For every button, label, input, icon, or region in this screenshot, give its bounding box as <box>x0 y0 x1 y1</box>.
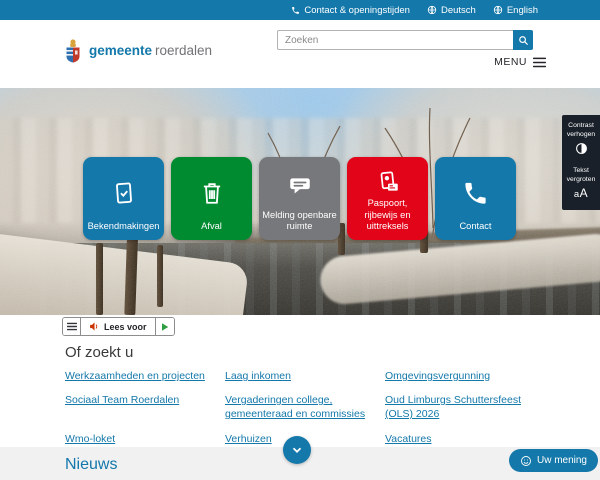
menu-label: MENU <box>494 56 527 68</box>
link-laag-inkomen[interactable]: Laag inkomen <box>225 369 375 383</box>
tile-label: Afval <box>201 221 222 233</box>
text-size-label: Tekst vergroten <box>564 167 598 185</box>
contrast-toggle-button[interactable]: Contrast verhogen <box>564 122 598 158</box>
passport-icon <box>375 165 401 198</box>
search-input[interactable] <box>277 30 513 50</box>
readspeaker-widget: Lees voor <box>62 317 175 336</box>
hamburger-icon <box>67 322 77 331</box>
tile-bekendmakingen[interactable]: Bekendmakingen <box>83 157 164 240</box>
trash-icon <box>199 165 225 221</box>
chevron-down-icon <box>290 443 304 457</box>
link-vergaderingen[interactable]: Vergaderingen college, gemeenteraad en c… <box>225 393 375 421</box>
top-bar: Contact & openingstijden Deutsch English <box>0 0 600 20</box>
hero-banner: Bekendmakingen Afval Melding openbare ru… <box>0 88 600 315</box>
feedback-button[interactable]: Uw mening <box>509 449 598 472</box>
tile-label: Paspoort, rijbewijs en uittreksels <box>350 198 425 233</box>
search-bar <box>277 30 533 50</box>
phone-icon <box>462 165 489 221</box>
coat-of-arms-icon <box>64 38 82 64</box>
tile-label: Bekendmakingen <box>88 221 160 233</box>
feedback-label: Uw mening <box>537 455 587 466</box>
tile-contact[interactable]: Contact <box>435 157 516 240</box>
menu-button[interactable]: MENU <box>494 56 546 68</box>
link-omgevingsvergunning[interactable]: Omgevingsvergunning <box>385 369 535 383</box>
roerdalen-homepage: Contact & openingstijden Deutsch English… <box>0 0 600 480</box>
readspeaker-listen-button[interactable]: Lees voor <box>81 318 156 335</box>
site-header: gemeenteroerdalen MENU <box>0 20 600 88</box>
link-sociaal-team[interactable]: Sociaal Team Roerdalen <box>65 393 215 421</box>
tile-label: Melding openbare ruimte <box>262 210 337 233</box>
globe-icon <box>427 5 437 15</box>
smiley-icon <box>520 455 532 467</box>
speaker-icon <box>89 321 100 332</box>
logo-text-primary: gemeente <box>89 43 152 58</box>
contrast-label: Contrast verhogen <box>564 122 598 140</box>
phone-icon <box>291 6 300 15</box>
play-icon <box>160 322 170 332</box>
contrast-icon <box>575 142 588 155</box>
readspeaker-menu-button[interactable] <box>63 318 81 335</box>
link-wmo-loket[interactable]: Wmo-loket <box>65 432 215 446</box>
tile-melding-openbare-ruimte[interactable]: Melding openbare ruimte <box>259 157 340 240</box>
contact-hours-label: Contact & openingstijden <box>304 5 410 16</box>
tile-paspoort-rijbewijs[interactable]: Paspoort, rijbewijs en uittreksels <box>347 157 428 240</box>
news-title: Nieuws <box>65 456 117 474</box>
globe-icon <box>493 5 503 15</box>
tile-label: Contact <box>459 221 491 233</box>
speech-bubble-icon <box>286 165 314 210</box>
link-schuttersfeest[interactable]: Oud Limburgs Schuttersfeest (OLS) 2026 <box>385 393 535 421</box>
language-english-label: English <box>507 5 538 16</box>
readspeaker-label: Lees voor <box>104 322 147 332</box>
scroll-down-button[interactable] <box>283 436 311 464</box>
text-size-icon: aA <box>564 186 598 202</box>
tile-afval[interactable]: Afval <box>171 157 252 240</box>
quick-links-title: Of zoekt u <box>65 344 133 361</box>
link-vacatures[interactable]: Vacatures <box>385 432 535 446</box>
search-button[interactable] <box>513 30 533 50</box>
quick-links-grid: Werkzaamheden en projecten Sociaal Team … <box>65 369 535 446</box>
contact-hours-link[interactable]: Contact & openingstijden <box>291 5 410 16</box>
language-german-link[interactable]: Deutsch <box>427 5 476 16</box>
language-german-label: Deutsch <box>441 5 476 16</box>
readspeaker-play-button[interactable] <box>156 318 174 335</box>
accessibility-panel: Contrast verhogen Tekst vergroten aA <box>562 115 600 210</box>
link-werkzaamheden[interactable]: Werkzaamheden en projecten <box>65 369 215 383</box>
logo-text-secondary: roerdalen <box>155 43 212 58</box>
language-english-link[interactable]: English <box>493 5 538 16</box>
document-check-icon <box>111 165 137 221</box>
quick-link-tiles: Bekendmakingen Afval Melding openbare ru… <box>83 157 516 240</box>
text-size-button[interactable]: Tekst vergroten aA <box>564 167 598 201</box>
hamburger-icon <box>533 57 546 68</box>
search-icon <box>518 35 529 46</box>
logo[interactable]: gemeenteroerdalen <box>64 38 212 64</box>
